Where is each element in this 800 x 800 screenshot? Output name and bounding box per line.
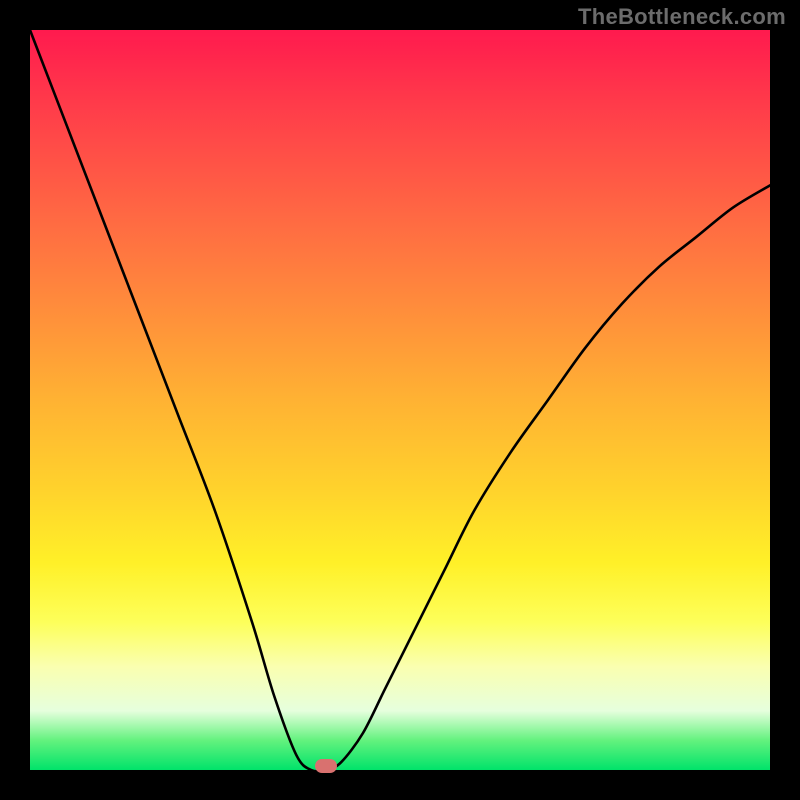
curve-svg <box>30 30 770 770</box>
bottleneck-curve-line <box>30 30 770 771</box>
optimum-marker <box>315 759 337 773</box>
watermark-text: TheBottleneck.com <box>578 4 786 30</box>
chart-frame: TheBottleneck.com <box>0 0 800 800</box>
plot-area <box>30 30 770 770</box>
